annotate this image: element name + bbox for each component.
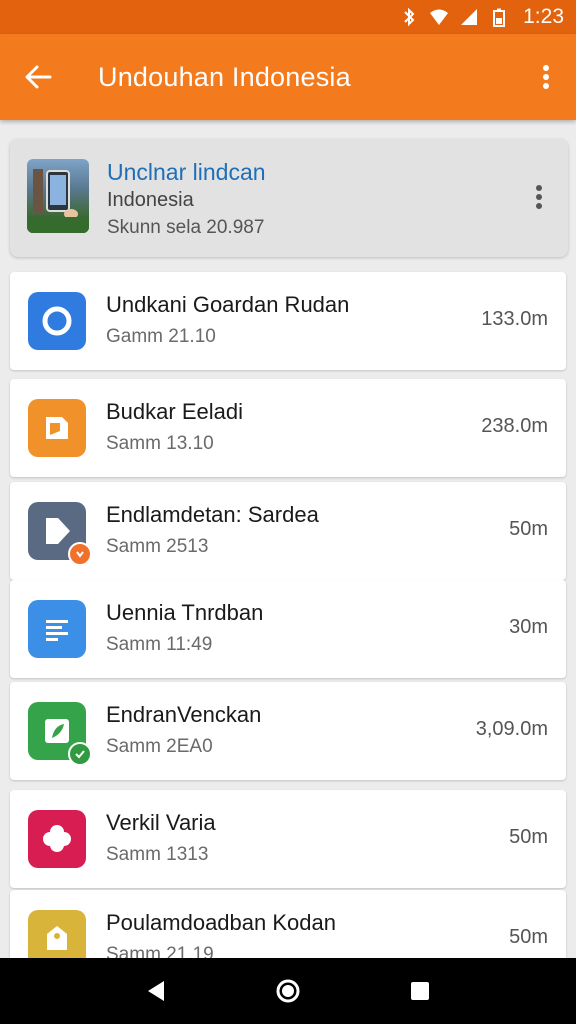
item-title: Undkani Goardan Rudan (106, 292, 350, 317)
item-subtitle: Samm 11:49 (106, 634, 213, 655)
page-title: Undouhan Indonesia (98, 61, 351, 92)
document-icon (28, 399, 86, 457)
play-icon (28, 502, 92, 566)
status-bar: 1:23 (0, 0, 576, 34)
nav-recents-button[interactable] (390, 961, 450, 1021)
item-subtitle: Samm 2513 (106, 536, 209, 557)
target-circle-icon (28, 292, 86, 350)
list-item[interactable]: Budkar Eeladi Samm 13.10 238.0m (10, 379, 566, 477)
check-badge-icon (68, 742, 92, 766)
app-bar: Undouhan Indonesia (0, 34, 576, 120)
tag-icon (28, 910, 86, 958)
image-check-icon (28, 702, 92, 766)
wifi-icon (430, 9, 449, 25)
item-subtitle: Gamm 21.10 (106, 326, 216, 347)
back-button[interactable] (0, 34, 76, 120)
list-item[interactable]: Undkani Goardan Rudan Gamm 21.10 133.0m (10, 272, 566, 370)
header-card[interactable]: Unclnar lindcan Indonesia Skunn sela 20.… (10, 139, 568, 257)
list-item[interactable]: Uennia Tnrdban Samm 11:49 30m (10, 580, 566, 678)
list-item[interactable]: Endlamdetan: Sardea Samm 2513 50m (10, 482, 566, 580)
item-size: 30m (509, 616, 548, 638)
status-time: 1:23 (523, 5, 564, 28)
item-title: Poulamdoadban Kodan (106, 910, 336, 935)
item-subtitle: Samm 2EA0 (106, 736, 213, 757)
system-nav-bar (0, 958, 576, 1024)
list-item[interactable]: Poulamdoadban Kodan Samm 21.19 50m (10, 890, 566, 958)
header-meta: Skunn sela 20.987 (107, 217, 265, 238)
item-size: 50m (509, 926, 548, 948)
more-vert-icon (543, 65, 549, 89)
bluetooth-icon (404, 7, 415, 27)
nav-home-button[interactable] (258, 961, 318, 1021)
download-badge-icon (68, 542, 92, 566)
header-more-button[interactable] (524, 179, 554, 215)
signal-icon (461, 9, 478, 25)
item-size: 50m (509, 518, 548, 540)
list-item[interactable]: Verkil Varia Samm 1313 50m (10, 790, 566, 888)
overflow-menu-button[interactable] (516, 34, 576, 120)
more-vert-icon (536, 185, 542, 209)
item-size: 3,09.0m (475, 718, 548, 740)
item-title: Endlamdetan: Sardea (106, 502, 319, 527)
nav-back-button[interactable] (126, 961, 186, 1021)
flower-icon (28, 810, 86, 868)
header-thumbnail (27, 159, 89, 233)
item-title: Verkil Varia (106, 810, 216, 835)
item-title: Budkar Eeladi (106, 399, 243, 424)
item-size: 133.0m (481, 308, 548, 330)
item-size: 238.0m (481, 415, 548, 437)
item-subtitle: Samm 1313 (106, 844, 209, 865)
nav-back-icon (148, 981, 164, 1001)
arrow-back-icon (25, 65, 52, 89)
item-title: Uennia Tnrdban (106, 600, 264, 625)
header-subtitle: Indonesia (107, 189, 194, 211)
battery-icon (493, 8, 506, 27)
item-title: EndranVenckan (106, 702, 262, 727)
nav-home-icon (276, 979, 300, 1003)
item-subtitle: Samm 13.10 (106, 433, 214, 454)
item-size: 50m (509, 826, 548, 848)
header-title: Unclnar lindcan (107, 159, 266, 185)
download-list: Unclnar lindcan Indonesia Skunn sela 20.… (0, 120, 576, 958)
item-subtitle: Samm 21.19 (106, 944, 214, 958)
nav-recents-icon (411, 982, 429, 1000)
list-icon (28, 600, 86, 658)
list-item[interactable]: EndranVenckan Samm 2EA0 3,09.0m (10, 682, 566, 780)
